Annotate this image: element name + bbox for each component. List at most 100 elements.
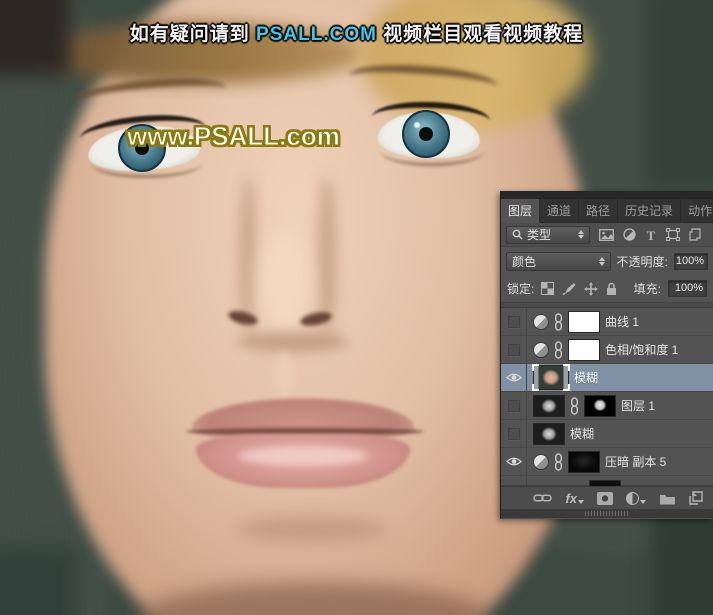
blend-mode-spinner-icon bbox=[599, 257, 605, 266]
selection-corner-icon bbox=[563, 384, 570, 391]
lock-icons bbox=[541, 282, 617, 296]
layer-name[interactable]: 压暗 副本 5 bbox=[605, 453, 666, 470]
visibility-toggle[interactable] bbox=[501, 392, 527, 419]
tab-layers[interactable]: 图层 bbox=[501, 199, 540, 223]
mask-link-icon bbox=[554, 341, 563, 359]
mask-link-icon bbox=[554, 453, 563, 471]
mask-link-icon bbox=[554, 313, 563, 331]
fx-caret-icon bbox=[578, 500, 584, 504]
kind-select-label: 类型 bbox=[527, 226, 551, 243]
layer-list: 曲线 1 色相/饱和度 1 bbox=[501, 308, 713, 486]
tab-channels[interactable]: 通道 bbox=[540, 199, 579, 222]
layer-row-blur-selected[interactable]: 模糊 bbox=[501, 364, 713, 392]
visibility-toggle[interactable] bbox=[501, 336, 527, 363]
selection-corner-icon bbox=[563, 364, 570, 371]
selection-corner-icon bbox=[532, 364, 539, 371]
hood-left bbox=[0, 0, 125, 615]
lip-highlight bbox=[238, 446, 368, 466]
banner-brand: PSALL.COM bbox=[256, 24, 377, 45]
adjustment-layer-filter-icon[interactable] bbox=[623, 228, 636, 241]
layer-filter-kind-select[interactable]: 类型 bbox=[506, 226, 590, 244]
nose-highlight bbox=[258, 230, 310, 335]
layer-name[interactable]: 曲线 1 bbox=[605, 313, 639, 330]
layer-mask-thumbnail[interactable] bbox=[568, 339, 600, 361]
mouth-line bbox=[186, 428, 424, 435]
eyelash-right bbox=[371, 100, 490, 138]
layer-row-blur-2[interactable]: 模糊 bbox=[501, 420, 713, 448]
eye-right bbox=[377, 110, 481, 160]
visibility-toggle[interactable] bbox=[501, 448, 527, 475]
layer-thumbnail[interactable] bbox=[533, 423, 565, 445]
nose-shadow-right bbox=[318, 175, 336, 335]
kind-select-spinner-icon bbox=[578, 230, 584, 239]
selection-corner-icon bbox=[532, 384, 539, 391]
new-group-icon[interactable] bbox=[659, 492, 676, 505]
nose-base-shadow bbox=[238, 332, 348, 352]
nose-shadow-left bbox=[240, 175, 256, 335]
blend-mode-bar: 颜色 不透明度: 100% bbox=[501, 247, 713, 275]
lock-bar: 锁定: 填充: 100% bbox=[501, 275, 713, 303]
panel-resize-bar[interactable] bbox=[501, 509, 713, 518]
eyebrow-right bbox=[347, 61, 499, 101]
adjustment-layer-icon bbox=[533, 342, 549, 358]
layer-name[interactable]: 模糊 bbox=[570, 425, 594, 442]
fill-value-field[interactable]: 100% bbox=[668, 280, 707, 297]
visibility-toggle[interactable] bbox=[501, 420, 527, 447]
layer-row-hue-saturation-1[interactable]: 色相/饱和度 1 bbox=[501, 336, 713, 364]
layer-row-layer-1[interactable]: 图层 1 bbox=[501, 392, 713, 420]
layer-name[interactable]: 图层 1 bbox=[621, 397, 655, 414]
iris-right bbox=[402, 110, 450, 158]
tab-paths[interactable]: 路径 bbox=[579, 199, 618, 222]
visibility-toggle[interactable] bbox=[501, 308, 527, 335]
smart-object-filter-icon[interactable] bbox=[689, 228, 701, 241]
eye-highlight-right bbox=[414, 122, 420, 128]
layer-style-icon[interactable]: fx bbox=[565, 492, 584, 505]
opacity-value-field[interactable]: 100% bbox=[674, 253, 708, 270]
banner-text: 如有疑问请到 PSALL.COM 视频栏目观看视频教程 bbox=[0, 19, 713, 46]
banner-prefix: 如有疑问请到 bbox=[130, 24, 256, 45]
screenshot-canvas: 如有疑问请到 PSALL.COM 视频栏目观看视频教程 www.PSALL.co… bbox=[0, 0, 713, 615]
visibility-off-box bbox=[508, 344, 520, 356]
layer-mask-thumbnail[interactable] bbox=[568, 311, 600, 333]
layer-row-darken-copy-5[interactable]: 压暗 副本 5 bbox=[501, 448, 713, 476]
layer-row-partial[interactable] bbox=[501, 476, 713, 486]
layers-panel: 图层 通道 路径 历史记录 动作 类型 T 颜色 bbox=[500, 191, 713, 519]
new-adjustment-layer-icon[interactable] bbox=[626, 492, 646, 505]
svg-text:T: T bbox=[647, 229, 656, 241]
layer-mask-thumbnail[interactable] bbox=[584, 395, 616, 417]
new-layer-icon[interactable] bbox=[689, 491, 703, 505]
lower-lip bbox=[196, 434, 410, 488]
chin-shadow bbox=[236, 516, 386, 542]
lock-transparency-icon[interactable] bbox=[541, 282, 554, 295]
layer-name[interactable]: 模糊 bbox=[574, 369, 598, 386]
pixel-layer-filter-icon[interactable] bbox=[599, 229, 614, 241]
layer-row-curves-1[interactable]: 曲线 1 bbox=[501, 308, 713, 336]
upper-lip bbox=[192, 398, 414, 438]
pupil-right bbox=[419, 127, 433, 141]
fx-label: fx bbox=[565, 492, 577, 505]
type-layer-filter-icon[interactable]: T bbox=[645, 229, 657, 241]
link-layers-icon[interactable] bbox=[533, 493, 552, 503]
tab-history[interactable]: 历史记录 bbox=[618, 199, 681, 222]
tab-actions[interactable]: 动作 bbox=[681, 199, 713, 222]
mask-link-icon bbox=[570, 397, 579, 415]
philtrum bbox=[276, 352, 292, 398]
fill-label: 填充: bbox=[634, 280, 661, 297]
visibility-off-box bbox=[508, 400, 520, 412]
adjustment-caret-icon bbox=[640, 500, 646, 504]
layer-thumbnail[interactable] bbox=[533, 395, 565, 417]
shape-layer-filter-icon[interactable] bbox=[666, 228, 680, 241]
filter-icons: T bbox=[599, 228, 701, 241]
lock-all-icon[interactable] bbox=[606, 282, 617, 296]
blend-mode-select[interactable]: 颜色 bbox=[506, 252, 611, 271]
layer-thumbnail-selected[interactable] bbox=[533, 365, 569, 390]
lock-pixels-icon[interactable] bbox=[562, 282, 576, 295]
layer-mask-thumbnail[interactable] bbox=[568, 451, 600, 473]
add-layer-mask-icon[interactable] bbox=[597, 492, 613, 505]
visibility-toggle[interactable] bbox=[501, 364, 527, 391]
lock-position-icon[interactable] bbox=[584, 282, 598, 296]
watermark: www.PSALL.com bbox=[127, 121, 340, 152]
layer-filter-bar: 类型 T bbox=[501, 223, 713, 247]
layer-name[interactable]: 色相/饱和度 1 bbox=[605, 341, 678, 358]
adjustment-layer-icon bbox=[533, 454, 549, 470]
